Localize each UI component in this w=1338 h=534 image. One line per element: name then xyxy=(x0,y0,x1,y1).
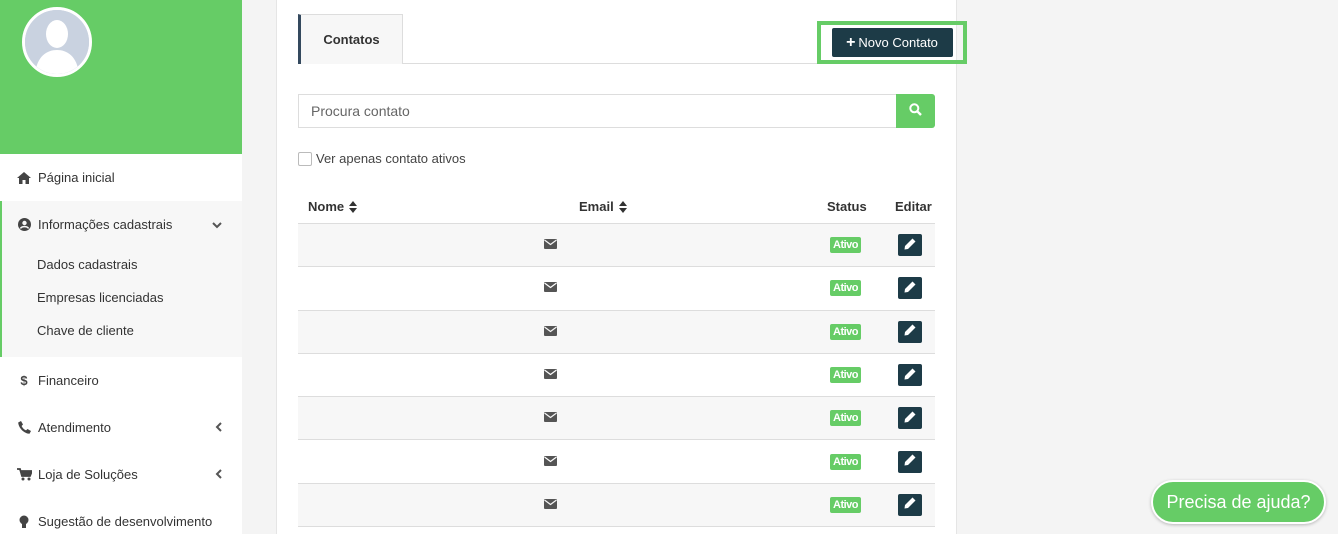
sidebar-item-label: Atendimento xyxy=(38,420,111,435)
sidebar-item-atendimento[interactable]: Atendimento xyxy=(0,404,242,451)
table-row: Ativo xyxy=(298,224,935,268)
edit-button[interactable] xyxy=(898,493,922,516)
sort-icon xyxy=(618,200,627,213)
envelope-icon xyxy=(544,409,557,427)
sidebar-item-label: Sugestão de desenvolvimento xyxy=(38,514,213,529)
pencil-icon xyxy=(904,281,916,296)
user-circle-icon xyxy=(16,218,32,231)
active-filter[interactable]: Ver apenas contato ativos xyxy=(298,151,466,166)
search-input[interactable] xyxy=(298,94,896,128)
edit-button[interactable] xyxy=(898,450,922,473)
table-row: Ativo xyxy=(298,354,935,398)
tab-contatos[interactable]: Contatos xyxy=(298,14,403,64)
status-badge: Ativo xyxy=(830,280,861,297)
new-contact-button[interactable]: + Novo Contato xyxy=(831,28,953,57)
envelope-icon xyxy=(544,323,557,341)
tab-bar: Contatos + Novo Contato xyxy=(298,14,967,64)
active-filter-label: Ver apenas contato ativos xyxy=(316,151,466,166)
sidebar-subitem-chave[interactable]: Chave de cliente xyxy=(2,314,242,347)
edit-button[interactable] xyxy=(898,320,922,343)
active-filter-checkbox[interactable] xyxy=(298,151,312,166)
cart-icon xyxy=(16,468,32,481)
header-nome-label: Nome xyxy=(308,199,345,214)
user-silhouette-icon xyxy=(25,10,89,74)
edit-button[interactable] xyxy=(898,234,922,257)
pencil-icon xyxy=(904,454,916,469)
sidebar-item-label: Financeiro xyxy=(38,373,99,388)
sidebar-group-info: Informações cadastrais Dados cadastrais … xyxy=(0,201,242,357)
envelope-icon xyxy=(544,496,557,514)
edit-button[interactable] xyxy=(898,277,922,300)
pencil-icon xyxy=(904,411,916,426)
avatar[interactable] xyxy=(22,7,92,77)
sidebar-item-home[interactable]: Página inicial xyxy=(0,154,242,201)
contacts-panel: Contatos + Novo Contato Ver apenas conta… xyxy=(276,0,967,534)
table-row: Ativo xyxy=(298,310,935,354)
contacts-table: Nome Email Status Editar Ativo Ativo Ati… xyxy=(298,190,935,528)
pencil-icon xyxy=(904,238,916,253)
new-contact-label: Novo Contato xyxy=(858,35,938,50)
new-contact-highlight: + Novo Contato xyxy=(817,21,967,64)
dollar-icon: $ xyxy=(20,373,28,388)
phone-icon xyxy=(16,421,32,434)
header-status: Status xyxy=(827,199,867,214)
header-editar: Editar xyxy=(895,199,932,214)
search-icon xyxy=(909,103,922,119)
chevron-left-icon xyxy=(215,421,222,435)
sidebar-item-info[interactable]: Informações cadastrais xyxy=(2,201,242,248)
table-row: Ativo xyxy=(298,397,935,441)
sidebar-item-label: Informações cadastrais xyxy=(38,217,173,232)
sort-icon xyxy=(349,200,358,213)
sidebar-subitem-empresas[interactable]: Empresas licenciadas xyxy=(2,281,242,314)
chevron-down-icon xyxy=(212,218,222,232)
pencil-icon xyxy=(904,368,916,383)
table-row: Ativo xyxy=(298,267,935,311)
sidebar-item-sugestao[interactable]: Sugestão de desenvolvimento xyxy=(0,498,242,534)
table-row: Ativo xyxy=(298,483,935,528)
search-bar xyxy=(298,94,935,128)
pencil-icon xyxy=(904,497,916,512)
sidebar-item-financeiro[interactable]: $ Financeiro xyxy=(0,357,242,404)
status-badge: Ativo xyxy=(830,410,861,427)
header-email-label: Email xyxy=(579,199,614,214)
sidebar-item-loja[interactable]: Loja de Soluções xyxy=(0,451,242,498)
chevron-left-icon xyxy=(215,468,222,482)
edit-button[interactable] xyxy=(898,364,922,387)
status-badge: Ativo xyxy=(830,367,861,384)
table-row: Ativo xyxy=(298,440,935,484)
envelope-icon xyxy=(544,279,557,297)
status-badge: Ativo xyxy=(830,453,861,470)
help-chat-button[interactable]: Precisa de ajuda? xyxy=(1151,480,1326,524)
sidebar-subitem-dados[interactable]: Dados cadastrais xyxy=(2,248,242,281)
sidebar-item-label: Página inicial xyxy=(38,170,115,185)
header-email[interactable]: Email xyxy=(579,199,627,214)
lightbulb-icon xyxy=(16,515,32,529)
envelope-icon xyxy=(544,236,557,254)
status-badge: Ativo xyxy=(830,496,861,513)
edit-button[interactable] xyxy=(898,407,922,430)
table-header: Nome Email Status Editar xyxy=(298,190,935,224)
plus-icon: + xyxy=(846,33,856,51)
status-badge: Ativo xyxy=(830,323,861,340)
search-button[interactable] xyxy=(896,94,935,128)
pencil-icon xyxy=(904,324,916,339)
envelope-icon xyxy=(544,453,557,471)
sidebar-header xyxy=(0,0,242,154)
table-body: Ativo Ativo Ativo Ativo Ativo Ativo Ativ… xyxy=(298,224,935,528)
envelope-icon xyxy=(544,366,557,384)
status-badge: Ativo xyxy=(830,237,861,254)
sidebar: Página inicial Informações cadastrais Da… xyxy=(0,0,242,534)
header-nome[interactable]: Nome xyxy=(308,199,358,214)
home-icon xyxy=(16,171,32,184)
sidebar-nav: Página inicial Informações cadastrais Da… xyxy=(0,154,242,534)
sidebar-item-label: Loja de Soluções xyxy=(38,467,138,482)
